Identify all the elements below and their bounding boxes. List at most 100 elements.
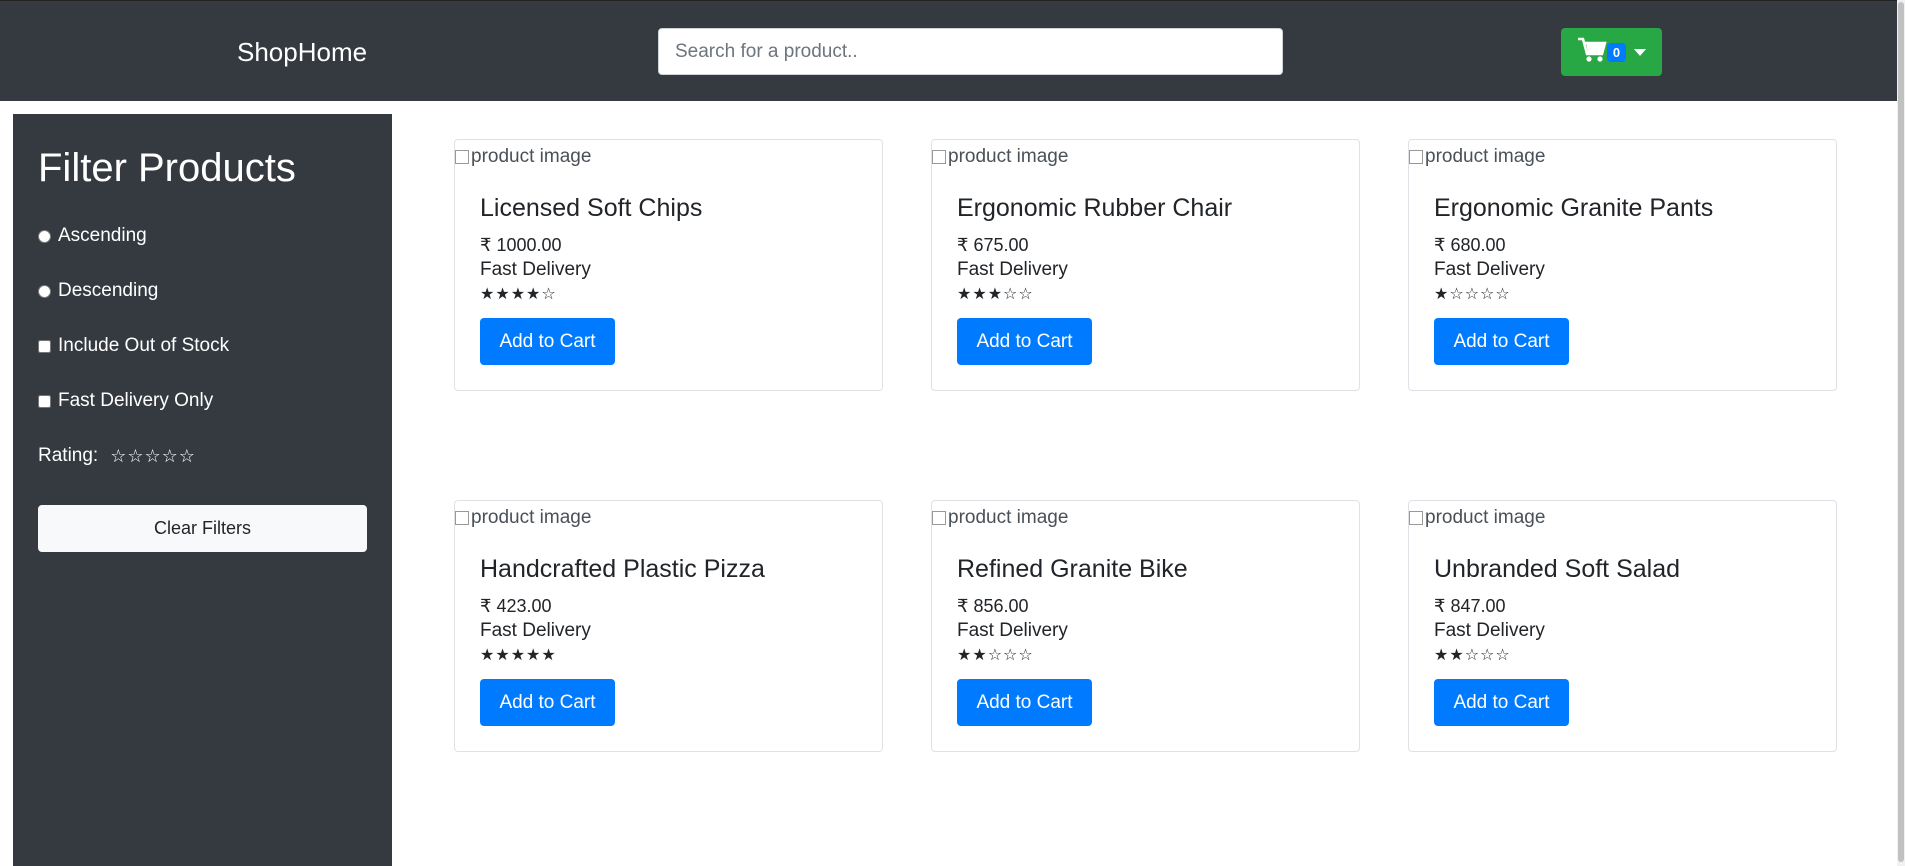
product-price: ₹ 847.00 <box>1434 596 1506 616</box>
product-card: product image Licensed Soft Chips ₹ 1000.0… <box>454 139 883 391</box>
broken-image-icon <box>932 511 946 525</box>
include-out-of-stock-checkbox[interactable] <box>38 339 51 353</box>
product-card: product image Unbranded Soft Salad ₹ 847.0… <box>1408 500 1837 752</box>
fast-delivery-only-label: Fast Delivery Only <box>58 390 214 411</box>
star-empty-icon: ☆ <box>1464 286 1481 303</box>
clear-filters-button[interactable]: Clear Filters <box>38 505 367 552</box>
star-filled-icon: ★ <box>495 647 511 664</box>
product-delivery: Fast Delivery <box>957 259 1068 280</box>
star-filled-icon: ★ <box>541 647 557 664</box>
chevron-down-icon <box>1634 48 1647 56</box>
star-empty-icon[interactable]: ☆ <box>179 446 195 467</box>
sort-ascending-radio[interactable] <box>38 229 51 243</box>
star-filled-icon: ★ <box>495 286 511 303</box>
sort-descending-radio[interactable] <box>38 284 51 298</box>
product-image: product image <box>932 507 1068 529</box>
product-image: product image <box>455 507 591 529</box>
add-to-cart-button[interactable]: Add to Cart <box>1434 679 1569 726</box>
star-filled-icon: ★ <box>957 286 973 303</box>
star-empty-icon: ☆ <box>1495 286 1511 303</box>
star-filled-icon: ★ <box>1434 647 1450 664</box>
product-rating: ★★☆☆☆ <box>957 645 1034 665</box>
include-out-of-stock-option[interactable]: Include Out of Stock <box>38 335 229 357</box>
star-empty-icon[interactable]: ☆ <box>127 446 143 467</box>
scrollbar-thumb[interactable] <box>1898 2 1904 862</box>
star-empty-icon: ☆ <box>541 286 557 303</box>
star-filled-icon: ★ <box>480 647 496 664</box>
product-name: Unbranded Soft Salad <box>1434 555 1681 583</box>
top-navbar: ShopHome 0 <box>0 0 1905 101</box>
sort-ascending-label: Ascending <box>58 225 147 246</box>
product-rating: ★★★★☆ <box>480 284 557 304</box>
product-image-alt: product image <box>948 507 1069 528</box>
product-name: Ergonomic Granite Pants <box>1434 194 1714 222</box>
broken-image-icon <box>1409 511 1423 525</box>
search-input[interactable] <box>658 28 1283 75</box>
star-empty-icon[interactable]: ☆ <box>110 446 126 467</box>
product-image: product image <box>932 146 1068 168</box>
product-price: ₹ 680.00 <box>1434 235 1506 255</box>
rating-stars: ☆ ☆ ☆ ☆ ☆ <box>110 446 195 467</box>
star-filled-icon: ★ <box>510 286 527 303</box>
shopping-cart-icon <box>1577 36 1607 69</box>
star-filled-icon: ★ <box>972 647 988 664</box>
product-rating: ★★★★★ <box>480 645 557 665</box>
add-to-cart-button[interactable]: Add to Cart <box>480 318 615 365</box>
product-image: product image <box>1409 507 1545 529</box>
product-name: Handcrafted Plastic Pizza <box>480 555 765 583</box>
product-image-alt: product image <box>471 507 592 528</box>
star-filled-icon: ★ <box>1449 647 1465 664</box>
star-empty-icon: ☆ <box>1480 286 1496 303</box>
cart-dropdown-button[interactable]: 0 <box>1561 28 1662 76</box>
rating-filter: Rating: ☆ ☆ ☆ ☆ ☆ <box>38 445 195 467</box>
add-to-cart-button[interactable]: Add to Cart <box>1434 318 1569 365</box>
include-out-of-stock-label: Include Out of Stock <box>58 335 230 356</box>
product-image: product image <box>455 146 591 168</box>
product-card: product image Ergonomic Granite Pants ₹ 68… <box>1408 139 1837 391</box>
add-to-cart-button[interactable]: Add to Cart <box>957 679 1092 726</box>
product-name: Licensed Soft Chips <box>480 194 703 222</box>
star-empty-icon[interactable]: ☆ <box>162 446 178 467</box>
broken-image-icon <box>455 511 469 525</box>
star-empty-icon[interactable]: ☆ <box>144 446 160 467</box>
product-name: Refined Granite Bike <box>957 555 1188 583</box>
product-rating: ★☆☆☆☆ <box>1434 284 1511 304</box>
star-filled-icon: ★ <box>526 647 542 664</box>
broken-image-icon <box>1409 150 1423 164</box>
star-empty-icon: ☆ <box>1464 647 1481 664</box>
add-to-cart-button[interactable]: Add to Cart <box>957 318 1092 365</box>
product-delivery: Fast Delivery <box>480 620 591 641</box>
filter-sidebar: Filter Products Ascending Descending Inc… <box>13 114 392 866</box>
product-name: Ergonomic Rubber Chair <box>957 194 1233 222</box>
star-empty-icon: ☆ <box>1449 286 1465 303</box>
product-price: ₹ 423.00 <box>480 596 552 616</box>
product-image: product image <box>1409 146 1545 168</box>
sort-descending-option[interactable]: Descending <box>38 280 158 302</box>
product-delivery: Fast Delivery <box>1434 620 1545 641</box>
product-delivery: Fast Delivery <box>1434 259 1545 280</box>
star-empty-icon: ☆ <box>1018 286 1034 303</box>
product-card: product image Ergonomic Rubber Chair ₹ 675… <box>931 139 1360 391</box>
product-rating: ★★☆☆☆ <box>1434 645 1511 665</box>
add-to-cart-button[interactable]: Add to Cart <box>480 679 615 726</box>
star-empty-icon: ☆ <box>1003 286 1019 303</box>
star-filled-icon: ★ <box>957 647 973 664</box>
product-image-alt: product image <box>1425 146 1546 167</box>
star-empty-icon: ☆ <box>987 647 1004 664</box>
page-scrollbar[interactable] <box>1897 0 1905 866</box>
product-price: ₹ 675.00 <box>957 235 1029 255</box>
broken-image-icon <box>932 150 946 164</box>
product-image-alt: product image <box>948 146 1069 167</box>
product-price: ₹ 856.00 <box>957 596 1029 616</box>
product-image-alt: product image <box>471 146 592 167</box>
sort-ascending-option[interactable]: Ascending <box>38 225 147 247</box>
product-delivery: Fast Delivery <box>480 259 591 280</box>
product-price: ₹ 1000.00 <box>480 235 562 255</box>
product-card: product image Refined Granite Bike ₹ 856.0… <box>931 500 1360 752</box>
product-image-alt: product image <box>1425 507 1546 528</box>
fast-delivery-only-checkbox[interactable] <box>38 394 51 408</box>
brand-logo[interactable]: ShopHome <box>237 37 367 68</box>
fast-delivery-only-option[interactable]: Fast Delivery Only <box>38 390 213 412</box>
rating-label: Rating: <box>38 445 99 466</box>
cart-count-badge: 0 <box>1606 42 1627 62</box>
